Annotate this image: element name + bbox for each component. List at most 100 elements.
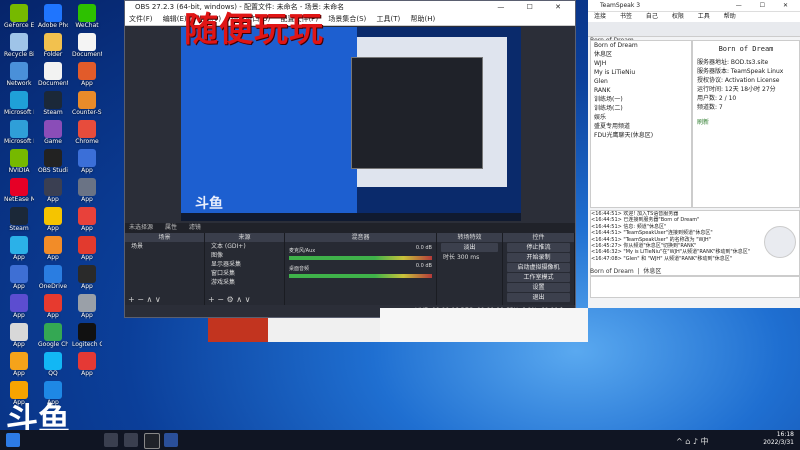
ts-tree-item[interactable]: 休息区 xyxy=(591,50,691,59)
desktop-icon[interactable]: App xyxy=(72,207,102,232)
desktop-icon[interactable]: App xyxy=(72,265,102,290)
desktop-icon[interactable]: Document xyxy=(72,33,102,58)
desktop-icon[interactable]: Documents xyxy=(38,62,68,87)
desktop-icon[interactable]: OBS Studio xyxy=(38,149,68,174)
start-icon[interactable] xyxy=(6,433,20,447)
source-item[interactable]: 窗口采集 xyxy=(205,269,284,278)
desktop-icon[interactable]: App xyxy=(72,149,102,174)
desktop-icon[interactable]: QQ xyxy=(38,352,68,377)
desktop-icon[interactable]: Recycle Bin xyxy=(4,33,34,58)
settings-button[interactable]: 设置 xyxy=(507,283,570,292)
ts-tree-item[interactable]: Born of Dream xyxy=(591,41,691,50)
teamspeak-window[interactable]: TeamSpeak 3 — ☐ ✕ 连接 书签 自己 权限 工具 帮助 Born… xyxy=(588,0,800,308)
desktop-icon[interactable]: App xyxy=(4,265,34,290)
scenes-dock[interactable]: 场景 场景 + − ∧ ∨ xyxy=(125,233,205,307)
controls-dock[interactable]: 控件 停止推流 开始录制 启动虚拟摄像机 工作室模式 设置 退出 xyxy=(503,233,575,307)
desktop-icon[interactable]: WeChat xyxy=(72,4,102,29)
desktop-icon[interactable]: NetEase Music xyxy=(4,178,34,203)
desktop-icon[interactable]: App xyxy=(38,207,68,232)
desktop-icon[interactable]: App xyxy=(38,178,68,203)
desktop-icon[interactable]: Counter-Strike xyxy=(72,91,102,116)
properties-button[interactable]: 属性 xyxy=(165,224,177,231)
desktop-icon[interactable]: Game xyxy=(38,120,68,145)
transition-select[interactable]: 淡出 xyxy=(441,243,498,252)
sources-footer-buttons[interactable]: + − ⚙ ∧ ∨ xyxy=(208,295,250,304)
virtual-camera-button[interactable]: 启动虚拟摄像机 xyxy=(507,263,570,272)
ts-chat-tab[interactable]: 休息区 xyxy=(643,268,661,275)
teamspeak-taskbar-icon[interactable] xyxy=(164,433,178,447)
ts-menu-tools[interactable]: 工具 xyxy=(698,13,710,20)
ts-menu-permissions[interactable]: 权限 xyxy=(672,13,684,20)
ts-tree-item[interactable]: 娱乐 xyxy=(591,113,691,122)
desktop-icon[interactable]: NVIDIA xyxy=(4,149,34,174)
duration-value[interactable]: 300 ms xyxy=(457,254,479,261)
desktop-icon[interactable]: App xyxy=(4,323,34,348)
desktop-icon[interactable]: App xyxy=(38,236,68,261)
ts-chat-tab[interactable]: Born of Dream xyxy=(590,268,634,275)
obs-window-controls[interactable]: — ☐ ✕ xyxy=(497,1,571,14)
task-view-icon[interactable] xyxy=(124,433,138,447)
start-recording-button[interactable]: 开始录制 xyxy=(507,253,570,262)
ts-tree-item[interactable]: RANK xyxy=(591,86,691,95)
desktop-icon[interactable]: App xyxy=(4,236,34,261)
desktop-icon[interactable]: App xyxy=(72,62,102,87)
desktop-icon[interactable]: Steam xyxy=(4,207,34,232)
stop-streaming-button[interactable]: 停止推流 xyxy=(507,243,570,252)
menu-tools[interactable]: 工具(T) xyxy=(377,15,401,23)
ts-menu-bookmarks[interactable]: 书签 xyxy=(620,13,632,20)
ts-chat-input[interactable] xyxy=(590,276,800,298)
scenes-footer-buttons[interactable]: + − ∧ ∨ xyxy=(128,295,161,304)
ts-toolbar[interactable] xyxy=(588,22,800,37)
exit-button[interactable]: 退出 xyxy=(507,293,570,302)
ts-menu-self[interactable]: 自己 xyxy=(646,13,658,20)
mixer-dock[interactable]: 混音器 麦克风/Aux 0.0 dB 桌面音频 0.0 dB xyxy=(285,233,437,307)
source-item[interactable]: 游戏采集 xyxy=(205,278,284,287)
desktop-icon[interactable]: Network xyxy=(4,62,34,87)
desktop-icon[interactable]: Google Chrome xyxy=(38,323,68,348)
ts-menu-bar[interactable]: 连接 书签 自己 权限 工具 帮助 xyxy=(588,12,800,22)
source-item[interactable]: 显示器采集 xyxy=(205,260,284,269)
desktop-icon[interactable]: Steam xyxy=(38,91,68,116)
desktop-icon[interactable]: Adobe Photoshop xyxy=(38,4,68,29)
mixer-row-mic[interactable]: 麦克风/Aux 0.0 dB xyxy=(289,245,432,260)
filters-button[interactable]: 滤镜 xyxy=(189,224,201,231)
ts-record-button[interactable] xyxy=(764,226,796,258)
desktop-icon[interactable]: GeForce Experience xyxy=(4,4,34,29)
ts-channel-tree[interactable]: Born of Dream 休息区 WJH My is LiTieNiu Gle… xyxy=(590,40,692,208)
ts-tree-item[interactable]: Glen xyxy=(591,77,691,86)
desktop-icon[interactable]: App xyxy=(72,294,102,319)
mixer-row-desktop[interactable]: 桌面音频 0.0 dB xyxy=(289,263,432,278)
ts-tree-item[interactable]: 训练场(二) xyxy=(591,104,691,113)
ts-tree-item[interactable]: FDU光鹰聊天(休息区) xyxy=(591,131,691,140)
sources-dock[interactable]: 来源 文本 (GDI+) 图像 显示器采集 窗口采集 游戏采集 + − ⚙ ∧ … xyxy=(205,233,285,307)
studio-mode-button[interactable]: 工作室模式 xyxy=(507,273,570,282)
ts-title-bar[interactable]: TeamSpeak 3 — ☐ ✕ xyxy=(588,0,800,12)
source-item[interactable]: 文本 (GDI+) xyxy=(205,242,284,251)
obs-preview[interactable]: 斗鱼 xyxy=(181,27,521,221)
desktop-icon[interactable]: Logitech G HUB xyxy=(72,323,102,348)
ts-menu-connect[interactable]: 连接 xyxy=(594,13,606,20)
obs-taskbar-icon[interactable] xyxy=(144,433,160,449)
desktop-icon[interactable]: Folder xyxy=(38,33,68,58)
search-icon[interactable] xyxy=(104,433,118,447)
ts-tree-item[interactable]: WJH xyxy=(591,59,691,68)
ts-chat-tabs[interactable]: Born of Dream | 休息区 xyxy=(590,266,661,275)
ts-tree-item[interactable]: My is LiTieNiu xyxy=(591,68,691,77)
desktop-icon[interactable]: App xyxy=(72,236,102,261)
desktop-icon[interactable]: App xyxy=(4,352,34,377)
system-tray[interactable]: ^ ⌂ ♪ 中 xyxy=(676,436,709,447)
ts-tree-item[interactable]: 盛夏专用频道 xyxy=(591,122,691,131)
desktop-icon[interactable]: App xyxy=(72,178,102,203)
taskbar-clock[interactable]: 16:18 2022/3/31 xyxy=(763,431,794,447)
desktop-icon[interactable]: Chrome xyxy=(72,120,102,145)
menu-file[interactable]: 文件(F) xyxy=(129,15,153,23)
ts-window-controls[interactable]: — ☐ ✕ xyxy=(736,0,796,11)
desktop-icon[interactable]: Microsoft Edge xyxy=(4,120,34,145)
scene-item[interactable]: 场景 xyxy=(125,242,204,251)
ts-refresh-link[interactable]: 刷新 xyxy=(693,118,799,127)
desktop-icon[interactable]: App xyxy=(72,352,102,377)
desktop-icon[interactable]: OneDrive xyxy=(38,265,68,290)
source-item[interactable]: 图像 xyxy=(205,251,284,260)
menu-scene-collection[interactable]: 场景集合(S) xyxy=(328,15,366,23)
transitions-dock[interactable]: 转场特效 淡出 时长 300 ms xyxy=(437,233,503,307)
